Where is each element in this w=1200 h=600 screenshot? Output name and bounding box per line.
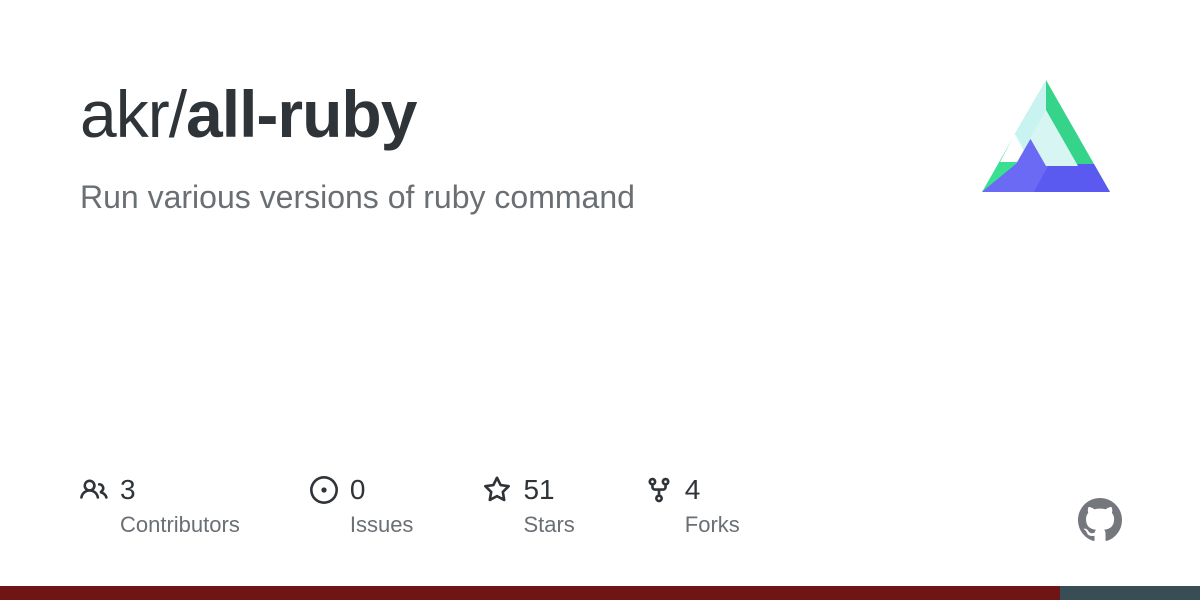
stat-contributors[interactable]: 3 Contributors <box>80 474 240 538</box>
repo-stats: 3 Contributors 0 Issues 51 Stars 4 Forks <box>80 474 740 538</box>
stat-forks[interactable]: 4 Forks <box>645 474 740 538</box>
stat-label: Issues <box>350 512 414 538</box>
stat-value: 3 <box>120 474 136 506</box>
stat-value: 4 <box>685 474 701 506</box>
repo-owner[interactable]: akr <box>80 77 169 151</box>
repo-description: Run various versions of ruby command <box>80 179 976 216</box>
stat-value: 51 <box>523 474 554 506</box>
people-icon <box>80 476 108 504</box>
language-segment[interactable] <box>0 586 1060 600</box>
repo-name[interactable]: all-ruby <box>186 77 416 151</box>
stat-stars[interactable]: 51 Stars <box>483 474 574 538</box>
stat-label: Forks <box>685 512 740 538</box>
star-icon <box>483 476 511 504</box>
github-logo-icon[interactable] <box>1078 498 1122 542</box>
language-segment[interactable] <box>1060 586 1200 600</box>
repo-title: akr/all-ruby <box>80 78 976 151</box>
stat-label: Stars <box>523 512 574 538</box>
penrose-triangle-icon <box>976 74 1116 214</box>
repo-separator: / <box>169 77 186 151</box>
language-bar <box>0 586 1200 600</box>
stat-label: Contributors <box>120 512 240 538</box>
owner-avatar[interactable] <box>976 74 1116 214</box>
fork-icon <box>645 476 673 504</box>
stat-value: 0 <box>350 474 366 506</box>
stat-issues[interactable]: 0 Issues <box>310 474 414 538</box>
issue-icon <box>310 476 338 504</box>
